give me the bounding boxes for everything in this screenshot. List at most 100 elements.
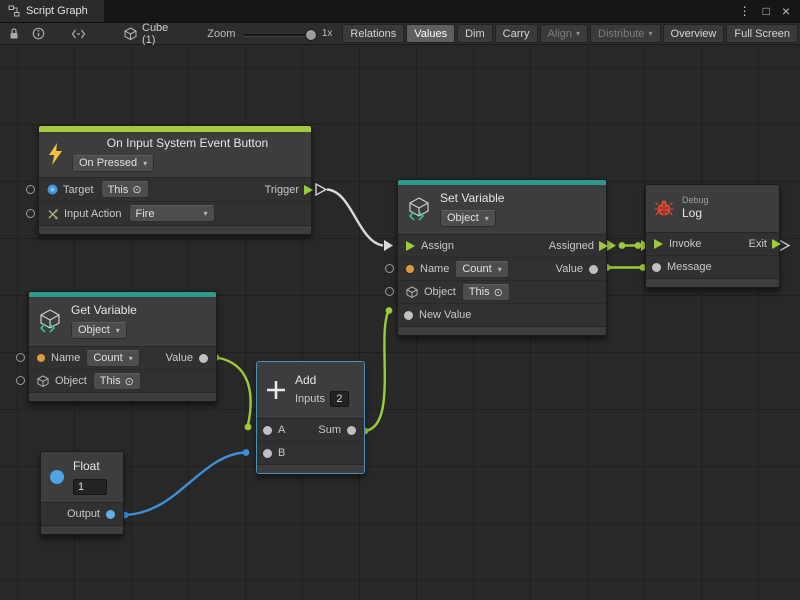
maximize-icon[interactable]: □ bbox=[763, 0, 770, 22]
float-circle-icon bbox=[49, 469, 65, 485]
object-label: Object bbox=[55, 375, 87, 387]
node-debug-log[interactable]: Debug Log Invoke Exit Message bbox=[645, 184, 780, 288]
zoom-slider[interactable] bbox=[243, 25, 317, 43]
toolbar-right-group: Overview Full Screen bbox=[661, 24, 798, 43]
node-set-variable[interactable]: Set Variable Object Assign Assigned Name… bbox=[397, 179, 607, 336]
object-value-chip[interactable]: This bbox=[462, 284, 510, 301]
object-value-chip[interactable]: This bbox=[93, 373, 141, 390]
output-port[interactable] bbox=[106, 510, 115, 519]
align-dropdown-button[interactable]: Align bbox=[540, 24, 588, 43]
node-header: Debug Log bbox=[646, 185, 779, 232]
object-port[interactable] bbox=[385, 287, 394, 296]
node-on-input-system-event[interactable]: On Input System Event Button On Pressed … bbox=[38, 125, 312, 235]
graph-icon bbox=[8, 5, 20, 17]
a-label: A bbox=[278, 424, 285, 436]
assign-in-arrow bbox=[384, 240, 393, 251]
a-in-port[interactable] bbox=[263, 426, 272, 435]
values-button[interactable]: Values bbox=[406, 24, 455, 43]
variable-scope-dropdown[interactable]: Object bbox=[440, 210, 496, 227]
node-header: Add Inputs 2 bbox=[257, 362, 364, 418]
node-title: On Input System Event Button bbox=[72, 136, 303, 150]
invoke-in-port[interactable] bbox=[654, 239, 663, 249]
node-title: Log bbox=[682, 206, 771, 220]
event-mode-dropdown[interactable]: On Pressed bbox=[72, 155, 154, 172]
info-icon[interactable] bbox=[32, 27, 45, 40]
value-label: Value bbox=[556, 263, 583, 275]
input-action-dropdown[interactable]: Fire bbox=[129, 205, 215, 222]
toolbar-toggle-group: Relations Values Dim Carry Align Distrib… bbox=[340, 24, 660, 43]
name-row: Name Count Value bbox=[29, 347, 216, 370]
exit-out-port[interactable] bbox=[772, 239, 781, 249]
close-icon[interactable]: × bbox=[782, 0, 790, 22]
node-header: Float 1 bbox=[41, 452, 123, 502]
assign-in-port[interactable] bbox=[406, 241, 415, 251]
assign-label: Assign bbox=[421, 240, 454, 252]
carry-button[interactable]: Carry bbox=[495, 24, 538, 43]
graph-canvas[interactable]: On Input System Event Button On Pressed … bbox=[0, 45, 800, 600]
target-value-chip[interactable]: This bbox=[101, 181, 149, 198]
trigger-label: Trigger bbox=[265, 184, 299, 196]
object-label: Object bbox=[424, 286, 456, 298]
assigned-out-port[interactable] bbox=[599, 241, 608, 251]
output-label: Output bbox=[67, 508, 100, 520]
full-screen-button[interactable]: Full Screen bbox=[726, 24, 798, 43]
gameobject-cube-icon bbox=[37, 375, 49, 387]
assigned-label: Assigned bbox=[549, 240, 594, 252]
invoke-row: Invoke Exit bbox=[646, 233, 779, 256]
name-dropdown[interactable]: Count bbox=[86, 350, 139, 367]
name-type-dot bbox=[37, 354, 45, 362]
target-label: Target bbox=[63, 184, 94, 196]
trigger-out-port[interactable] bbox=[304, 185, 313, 195]
object-port[interactable] bbox=[16, 376, 25, 385]
zoom-slider-knob[interactable] bbox=[305, 29, 317, 41]
b-row: B bbox=[257, 442, 364, 464]
node-header: Set Variable Object bbox=[398, 185, 606, 234]
target-port[interactable] bbox=[26, 185, 35, 194]
fit-to-window-icon[interactable] bbox=[71, 28, 86, 40]
new-value-in-port[interactable] bbox=[404, 311, 413, 320]
node-title: Add bbox=[295, 373, 356, 387]
invoke-label: Invoke bbox=[669, 238, 701, 250]
sum-out-port[interactable] bbox=[347, 426, 356, 435]
name-dropdown[interactable]: Count bbox=[455, 261, 508, 278]
node-add[interactable]: Add Inputs 2 A Sum B bbox=[256, 361, 365, 474]
assigned-out-arrow bbox=[607, 240, 616, 251]
node-header: Get Variable Object bbox=[29, 297, 216, 346]
tab-title: Script Graph bbox=[26, 5, 88, 17]
distribute-dropdown-button[interactable]: Distribute bbox=[590, 24, 660, 43]
node-footer bbox=[398, 326, 606, 335]
player-input-icon bbox=[47, 184, 58, 195]
value-out-port[interactable] bbox=[589, 265, 598, 274]
message-in-port[interactable] bbox=[652, 263, 661, 272]
overview-button[interactable]: Overview bbox=[663, 24, 725, 43]
node-float[interactable]: Float 1 Output bbox=[40, 451, 124, 535]
window-controls: ⋮ □ × bbox=[739, 0, 800, 22]
variable-scope-dropdown[interactable]: Object bbox=[71, 322, 127, 339]
exit-label: Exit bbox=[749, 238, 767, 250]
float-value-field[interactable]: 1 bbox=[73, 479, 107, 495]
input-action-port[interactable] bbox=[26, 209, 35, 218]
lock-icon[interactable] bbox=[8, 27, 20, 40]
dim-button[interactable]: Dim bbox=[457, 24, 493, 43]
b-in-port[interactable] bbox=[263, 449, 272, 458]
relations-button[interactable]: Relations bbox=[342, 24, 404, 43]
node-get-variable[interactable]: Get Variable Object Name Count Value bbox=[28, 291, 217, 402]
value-out-port[interactable] bbox=[199, 354, 208, 363]
message-row: Message bbox=[646, 256, 779, 278]
input-action-icon bbox=[47, 208, 59, 220]
node-footer bbox=[39, 225, 311, 234]
name-port[interactable] bbox=[385, 264, 394, 273]
variable-cube-icon bbox=[37, 308, 63, 334]
b-label: B bbox=[278, 447, 285, 459]
object-row: Object This bbox=[29, 370, 216, 392]
context-selector[interactable]: Cube (1) bbox=[124, 22, 173, 46]
node-footer bbox=[646, 278, 779, 287]
inputs-label: Inputs bbox=[295, 393, 325, 405]
inputs-count-field[interactable]: 2 bbox=[330, 391, 349, 407]
output-row: Output bbox=[41, 503, 123, 525]
tab-script-graph[interactable]: Script Graph bbox=[0, 0, 104, 22]
name-port[interactable] bbox=[16, 353, 25, 362]
trigger-out-arrow bbox=[316, 184, 326, 195]
assign-row: Assign Assigned bbox=[398, 235, 606, 258]
menu-icon[interactable]: ⋮ bbox=[739, 0, 751, 22]
